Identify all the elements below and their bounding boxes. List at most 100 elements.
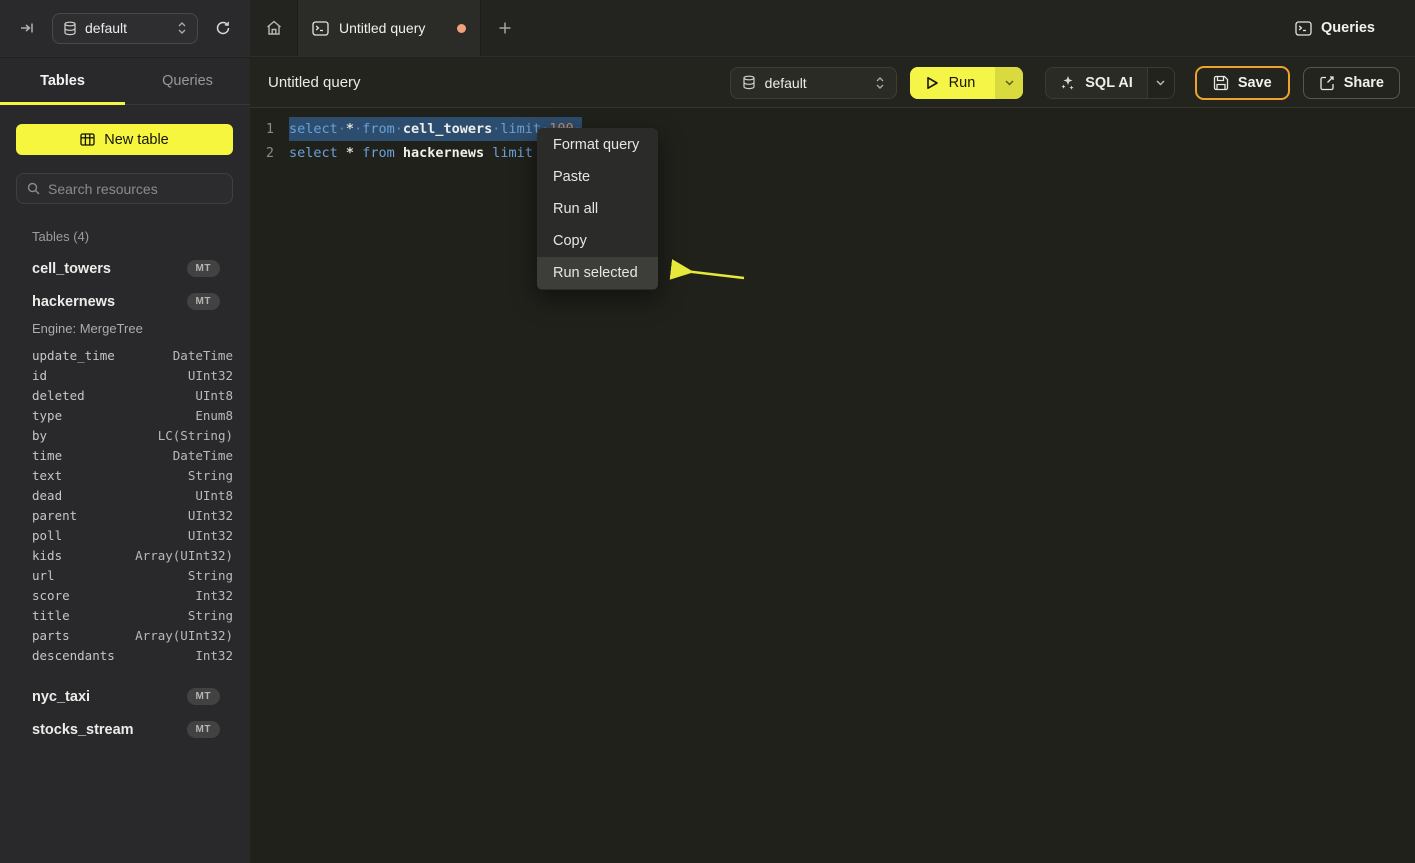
table-row-nyc-taxi[interactable]: nyc_taxi MT xyxy=(0,680,250,713)
context-menu-item[interactable]: Format query xyxy=(537,129,658,161)
column-type: Array(UInt32) xyxy=(135,626,233,646)
column-type: Array(UInt32) xyxy=(135,546,233,566)
table-column-row: idUInt32 xyxy=(32,366,233,386)
table-column-row: scoreInt32 xyxy=(32,586,233,606)
sidebar-collapse-icon xyxy=(19,20,35,36)
sql-ai-options-caret[interactable] xyxy=(1147,68,1174,98)
tab-untitled-query[interactable]: Untitled query xyxy=(297,0,481,56)
table-column-row: update_timeDateTime xyxy=(32,346,233,366)
code-token xyxy=(338,145,346,161)
code-token: from xyxy=(362,145,395,161)
home-icon xyxy=(265,19,283,37)
search-input[interactable] xyxy=(48,181,222,197)
sparkles-icon xyxy=(1060,75,1076,91)
database-selector-top[interactable]: default xyxy=(52,13,198,44)
run-options-caret[interactable] xyxy=(995,67,1023,99)
table-column-row: kids Array(UInt32) xyxy=(32,546,233,566)
column-name: kids xyxy=(32,546,62,566)
chevron-down-icon xyxy=(1005,80,1014,86)
column-type: UInt32 xyxy=(188,366,233,386)
query-title: Untitled query xyxy=(268,74,717,91)
sql-editor[interactable]: 1 select·*·from·cell_towers·limit·100· 2… xyxy=(250,108,1415,165)
search-box[interactable] xyxy=(16,173,233,204)
queries-nav-button[interactable]: Queries xyxy=(1295,0,1415,56)
table-column-row: urlString xyxy=(32,566,233,586)
chevron-down-icon xyxy=(1156,80,1165,86)
context-menu-item[interactable]: Run selected xyxy=(537,257,658,289)
code-token: · xyxy=(338,121,346,137)
editor-line-2[interactable]: 2 select * from hackernews limit xyxy=(250,141,1415,165)
home-button[interactable] xyxy=(250,0,297,56)
column-type: Int32 xyxy=(195,646,233,666)
code-token: * xyxy=(346,121,354,137)
engine-badge: MT xyxy=(187,688,220,705)
code-token: · xyxy=(395,121,403,137)
sidebar-collapse-button[interactable] xyxy=(14,15,40,41)
table-column-row: deletedUInt8 xyxy=(32,386,233,406)
plus-icon xyxy=(498,21,512,35)
sql-ai-label: SQL AI xyxy=(1085,75,1133,91)
table-row-cell-towers[interactable]: cell_towers MT xyxy=(0,252,250,285)
hackernews-columns-list: update_timeDateTimeidUInt32deletedUInt8 t… xyxy=(0,346,250,666)
new-tab-button[interactable] xyxy=(481,0,529,56)
code-token: * xyxy=(346,145,354,161)
code-line[interactable]: select * from hackernews limit xyxy=(289,141,541,165)
tables-section-label: Tables (4) xyxy=(32,229,250,244)
table-row-hackernews[interactable]: hackernews MT xyxy=(0,285,250,318)
table-column-row: pollUInt32 xyxy=(32,526,233,546)
column-type: Enum8 xyxy=(195,406,233,426)
table-column-row: dead UInt8 xyxy=(32,486,233,506)
column-name: dead xyxy=(32,486,62,506)
sidebar-tab-tables[interactable]: Tables xyxy=(0,58,125,104)
table-name: hackernews xyxy=(32,294,187,310)
save-button[interactable]: Save xyxy=(1195,66,1290,100)
editor-line-1[interactable]: 1 select·*·from·cell_towers·limit·100· xyxy=(250,117,1415,141)
engine-badge: MT xyxy=(187,721,220,738)
sidebar-tab-queries[interactable]: Queries xyxy=(125,58,250,104)
top-bar-left: default xyxy=(0,0,250,56)
context-menu-item[interactable]: Paste xyxy=(537,161,658,193)
run-button-label: Run xyxy=(949,75,976,91)
database-selector-value: default xyxy=(765,75,866,91)
code-token: hackernews xyxy=(403,145,484,161)
tab-bar: Untitled query Queries xyxy=(250,0,1415,56)
table-column-row: titleString xyxy=(32,606,233,626)
share-button[interactable]: Share xyxy=(1303,67,1400,99)
share-button-label: Share xyxy=(1344,75,1384,91)
sql-ai-button-main[interactable]: SQL AI xyxy=(1046,68,1147,98)
code-token: from xyxy=(362,121,395,137)
context-menu-item[interactable]: Run all xyxy=(537,193,658,225)
database-icon xyxy=(742,75,756,90)
table-row-stocks-stream[interactable]: stocks_stream MT xyxy=(0,713,250,746)
column-name: by xyxy=(32,426,47,446)
column-name: score xyxy=(32,586,70,606)
save-icon xyxy=(1213,75,1229,91)
run-button[interactable]: Run xyxy=(910,67,1024,99)
column-type: String xyxy=(188,466,233,486)
context-menu-item[interactable]: Copy xyxy=(537,225,658,257)
column-type: UInt8 xyxy=(195,486,233,506)
engine-badge: MT xyxy=(187,260,220,277)
main-panel: Untitled query default Run xyxy=(250,58,1415,863)
refresh-button[interactable] xyxy=(210,15,236,41)
sql-ai-button[interactable]: SQL AI xyxy=(1045,67,1175,99)
sidebar-tabs: Tables Queries xyxy=(0,58,250,105)
column-name: title xyxy=(32,606,70,626)
code-token: limit xyxy=(492,145,533,161)
table-name: cell_towers xyxy=(32,261,187,277)
column-type: LC(String) xyxy=(158,426,233,446)
database-selector-query[interactable]: default xyxy=(730,67,897,99)
chevron-updown-icon xyxy=(177,21,187,35)
column-type: DateTime xyxy=(173,446,233,466)
column-name: text xyxy=(32,466,62,486)
database-selector-value: default xyxy=(85,20,169,36)
table-column-row: partsArray(UInt32) xyxy=(32,626,233,646)
code-token xyxy=(395,145,403,161)
new-table-button[interactable]: New table xyxy=(16,124,233,155)
code-token: cell_towers xyxy=(403,121,492,137)
code-token: · xyxy=(354,121,362,137)
line-number: 2 xyxy=(250,141,274,165)
refresh-icon xyxy=(215,20,231,36)
run-button-main[interactable]: Run xyxy=(910,67,996,99)
line-number: 1 xyxy=(250,117,274,141)
